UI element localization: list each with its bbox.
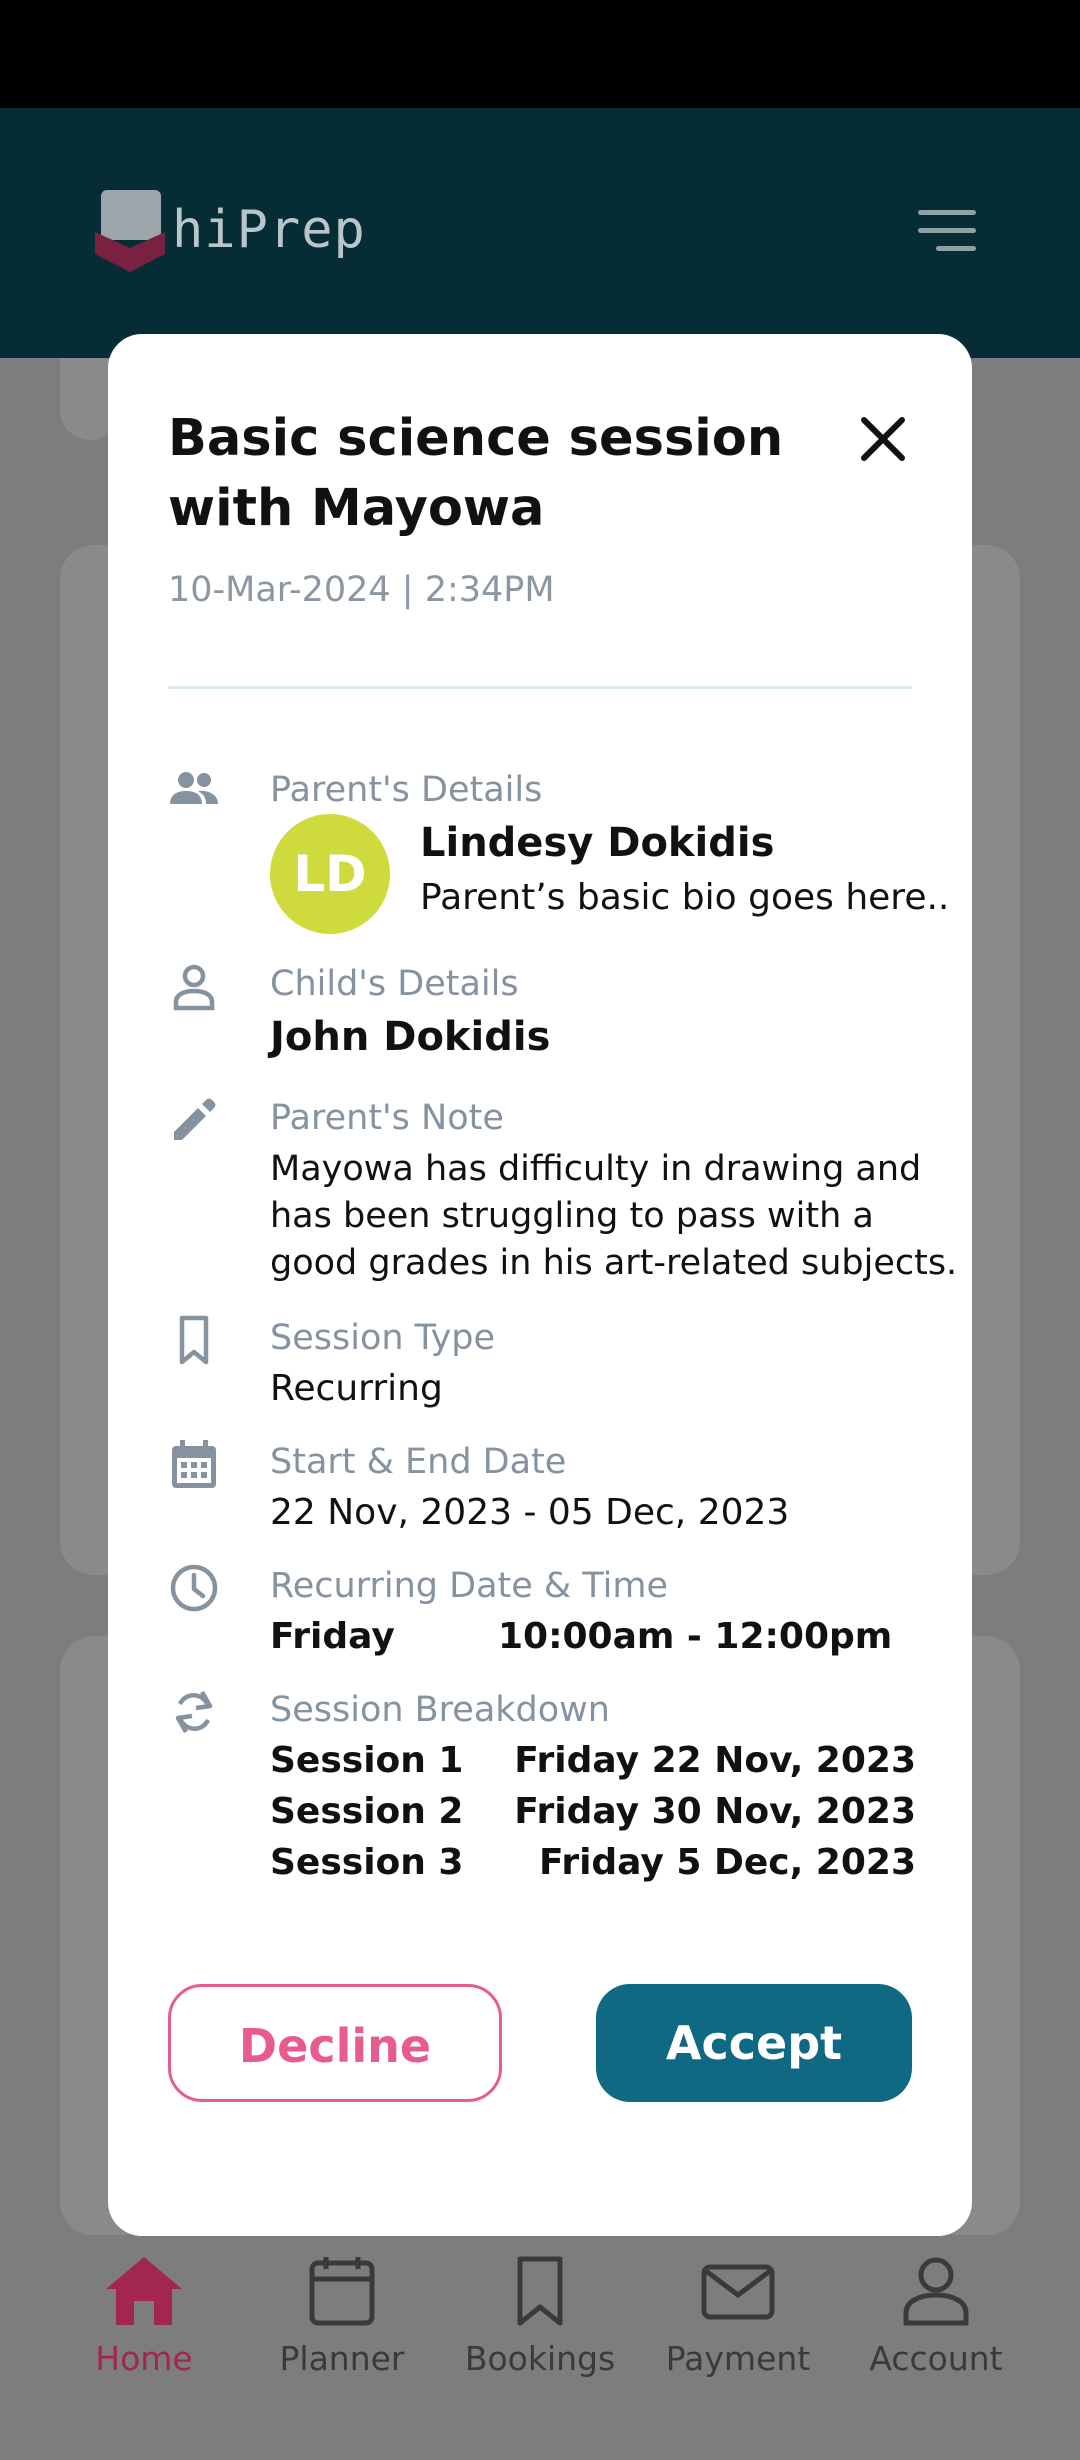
nav-label: Bookings bbox=[464, 2339, 616, 2378]
avatar: LD bbox=[270, 814, 390, 934]
bookmark-icon bbox=[179, 1315, 209, 1365]
session-name: Session 2 bbox=[270, 1791, 464, 1832]
session-name: Session 3 bbox=[270, 1842, 464, 1883]
nav-payment[interactable]: Payment bbox=[648, 2255, 828, 2405]
nav-label: Home bbox=[95, 2339, 193, 2378]
nav-planner[interactable]: Planner bbox=[252, 2255, 432, 2405]
child-details-label: Child's Details bbox=[270, 964, 519, 1004]
person-icon bbox=[173, 964, 215, 1011]
recurring-label: Recurring Date & Time bbox=[270, 1566, 668, 1606]
nav-label: Account bbox=[869, 2339, 1003, 2378]
divider bbox=[168, 686, 912, 689]
session-name: Session 1 bbox=[270, 1740, 464, 1781]
calendar-icon bbox=[172, 1440, 216, 1488]
nav-account[interactable]: Account bbox=[846, 2255, 1026, 2405]
recurring-day: Friday bbox=[270, 1616, 395, 1657]
start-end-date-label: Start & End Date bbox=[270, 1442, 567, 1482]
session-type-label: Session Type bbox=[270, 1318, 496, 1358]
bottom-navigation: Home Planner Bookings Payment Account bbox=[0, 2235, 1080, 2460]
nav-home[interactable]: Home bbox=[54, 2255, 234, 2405]
session-date: Friday 5 Dec, 2023 bbox=[539, 1842, 916, 1883]
session-breakdown-label: Session Breakdown bbox=[270, 1690, 610, 1730]
nav-bookings[interactable]: Bookings bbox=[450, 2255, 630, 2405]
parent-name: Lindesy Dokidis bbox=[420, 820, 775, 866]
calendar-icon bbox=[309, 2257, 375, 2326]
parent-details-label: Parent's Details bbox=[270, 770, 543, 810]
person-icon bbox=[903, 2257, 969, 2326]
session-datetime: 10-Mar-2024 | 2:34PM bbox=[168, 570, 555, 610]
start-end-date-value: 22 Nov, 2023 - 05 Dec, 2023 bbox=[270, 1492, 790, 1533]
decline-button[interactable]: Decline bbox=[168, 1984, 502, 2102]
logo-icon bbox=[95, 190, 165, 272]
mail-icon bbox=[701, 2264, 775, 2320]
child-name: John Dokidis bbox=[270, 1014, 551, 1060]
status-bar bbox=[0, 0, 1080, 108]
recurring-time: 10:00am - 12:00pm bbox=[498, 1616, 893, 1657]
bookmark-icon bbox=[517, 2256, 563, 2326]
session-date: Friday 30 Nov, 2023 bbox=[514, 1791, 916, 1832]
clock-icon bbox=[170, 1564, 218, 1612]
app-brand: hiPrep bbox=[172, 200, 366, 260]
close-icon[interactable] bbox=[848, 404, 918, 474]
home-icon bbox=[106, 2257, 182, 2325]
parent-note-text: Mayowa has difficulty in drawing and has… bbox=[270, 1149, 958, 1283]
session-request-modal: Basic science session with Mayowa 10-Mar… bbox=[108, 334, 972, 2236]
accept-button[interactable]: Accept bbox=[596, 1984, 912, 2102]
parent-note-label: Parent's Note bbox=[270, 1098, 504, 1138]
session-date: Friday 22 Nov, 2023 bbox=[514, 1740, 916, 1781]
people-icon bbox=[170, 772, 218, 804]
parent-bio: Parent’s basic bio goes here.. bbox=[420, 877, 950, 918]
sync-icon bbox=[175, 1690, 213, 1734]
modal-title: Basic science session with Mayowa bbox=[168, 409, 784, 538]
hamburger-menu-icon[interactable] bbox=[918, 210, 976, 252]
nav-label: Payment bbox=[665, 2339, 811, 2378]
pencil-icon bbox=[174, 1098, 216, 1140]
session-type-value: Recurring bbox=[270, 1368, 443, 1409]
nav-label: Planner bbox=[279, 2339, 405, 2378]
